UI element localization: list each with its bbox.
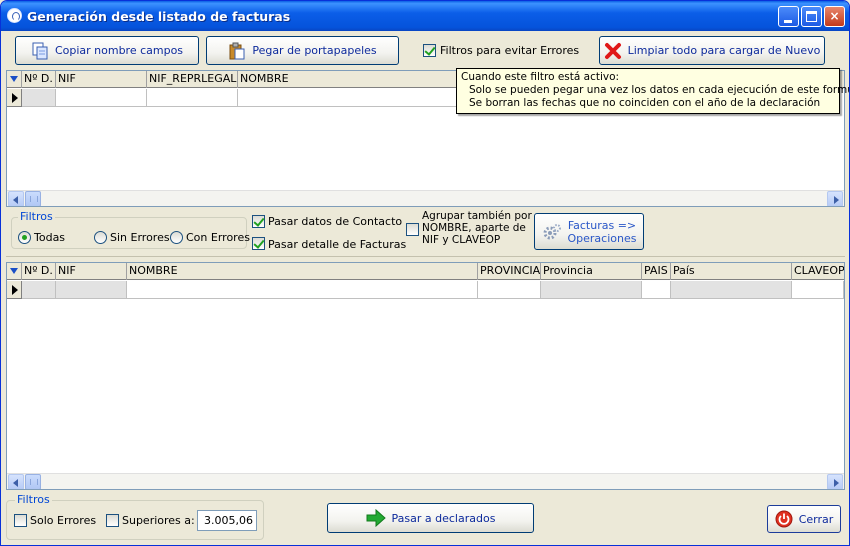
copy-fields-label: Copiar nombre campos (54, 44, 184, 57)
facturas-operaciones-line: Facturas => (567, 218, 637, 232)
group-by-name-line: NOMBRE, aparte de (422, 222, 526, 234)
app-icon (7, 8, 22, 23)
filter-with-errors-radio[interactable] (170, 231, 183, 244)
group-by-name-label: Agrupar también por NOMBRE, aparte de NI… (422, 210, 532, 246)
scroll-right-button[interactable] (827, 474, 843, 489)
sort-indicator-cell (7, 71, 22, 88)
table-cell[interactable] (541, 281, 642, 299)
maximize-icon (806, 11, 817, 22)
invoices-grid-scrollbar[interactable] (7, 190, 844, 206)
operations-grid-scrollbar[interactable] (7, 473, 844, 489)
table-cell[interactable] (22, 281, 56, 299)
current-row-indicator[interactable] (7, 281, 22, 299)
group-by-name-line: Agrupar también por (422, 210, 532, 222)
filters-errors-checkbox[interactable] (423, 44, 436, 57)
paste-clipboard-label: Pegar de portapapeles (252, 44, 377, 57)
cerrar-button[interactable]: Cerrar (767, 505, 841, 533)
power-off-icon (775, 510, 793, 528)
scroll-left-button[interactable] (8, 191, 24, 206)
green-arrow-icon (366, 508, 386, 528)
scroll-thumb[interactable] (25, 191, 41, 206)
column-header-claveop[interactable]: CLAVEOP (792, 263, 844, 280)
tooltip-heading: Cuando este filtro está activo: (461, 71, 620, 83)
group-by-name-line: NIF y CLAVEOP (422, 234, 501, 246)
operations-grid-header: Nº D. NIF NOMBRE PROVINCIA Provincia PAI… (7, 263, 844, 280)
minimize-icon (784, 20, 792, 23)
solo-errores-label: Solo Errores (30, 514, 97, 527)
column-header-nd[interactable]: Nº D. (22, 263, 56, 280)
pass-contact-checkbox[interactable] (252, 215, 265, 228)
solo-errores-checkbox[interactable] (14, 514, 27, 527)
filter-all-label: Todas (34, 231, 66, 244)
pass-detail-label: Pasar detalle de Facturas (268, 238, 407, 251)
window: Generación desde listado de facturas × C… (0, 0, 850, 546)
bottom-filters-title: Filtros (15, 493, 52, 506)
sort-indicator-cell (7, 263, 22, 280)
filter-no-errors-label: Sin Errores (110, 231, 170, 244)
paste-clipboard-button[interactable]: Pegar de portapapeles (206, 36, 399, 65)
column-header-nombre[interactable]: NOMBRE (127, 263, 478, 280)
close-icon: × (829, 9, 840, 23)
close-window-button[interactable]: × (824, 6, 845, 27)
filter-with-errors-label: Con Errores (186, 231, 250, 244)
column-header-nif[interactable]: NIF (56, 263, 127, 280)
pasar-declarados-button[interactable]: Pasar a declarados (327, 503, 534, 533)
sort-arrow-icon (10, 268, 18, 274)
pass-contact-label: Pasar datos de Contacto (268, 215, 403, 228)
table-cell[interactable] (22, 89, 56, 107)
cerrar-label: Cerrar (798, 512, 834, 526)
filters-tooltip: Cuando este filtro está activo: Solo se … (456, 68, 850, 114)
tooltip-line: Se borran las fechas que no coinciden co… (469, 97, 821, 109)
table-cell[interactable] (642, 281, 671, 299)
superiores-amount-input[interactable]: 3.005,06 (197, 510, 257, 531)
clear-all-button[interactable]: Limpiar todo para cargar de Nuevo (599, 36, 825, 65)
group-by-name-checkbox[interactable] (406, 223, 419, 236)
table-cell[interactable] (671, 281, 792, 299)
column-header-nif-reprlegal[interactable]: NIF_REPRLEGAL (147, 71, 238, 88)
operations-grid[interactable]: Nº D. NIF NOMBRE PROVINCIA Provincia PAI… (6, 262, 845, 490)
maximize-button[interactable] (801, 6, 822, 27)
red-x-icon (604, 42, 622, 60)
table-cell[interactable] (478, 281, 541, 299)
table-cell[interactable] (127, 281, 478, 299)
filter-all-radio[interactable] (18, 231, 31, 244)
current-row-indicator[interactable] (7, 89, 22, 107)
superiores-checkbox[interactable] (106, 514, 119, 527)
filter-no-errors-radio[interactable] (94, 231, 107, 244)
column-header-provincia-code[interactable]: PROVINCIA (478, 263, 541, 280)
title-bar[interactable]: Generación desde listado de facturas × (1, 1, 849, 31)
scroll-right-button[interactable] (827, 191, 843, 206)
table-cell[interactable] (56, 281, 127, 299)
filters-group-title: Filtros (18, 210, 55, 223)
filters-errors-label: Filtros para evitar Errores (440, 44, 580, 57)
copy-document-icon (31, 42, 49, 60)
facturas-operaciones-button[interactable]: Facturas => Operaciones (534, 213, 644, 250)
gears-icon (542, 222, 562, 242)
clipboard-icon (228, 42, 246, 60)
superiores-label: Superiores a: (122, 514, 195, 527)
table-cell[interactable] (56, 89, 147, 107)
clear-all-label: Limpiar todo para cargar de Nuevo (627, 44, 821, 57)
column-header-nif[interactable]: NIF (56, 71, 147, 88)
column-header-pais-code[interactable]: PAIS (642, 263, 671, 280)
scroll-left-button[interactable] (8, 474, 24, 489)
copy-fields-button[interactable]: Copiar nombre campos (15, 36, 199, 65)
table-cell[interactable] (792, 281, 844, 299)
minimize-button[interactable] (778, 6, 799, 27)
window-title: Generación desde listado de facturas (27, 9, 291, 24)
pass-detail-checkbox[interactable] (252, 237, 265, 250)
tooltip-line: Solo se pueden pegar una vez los datos e… (469, 84, 850, 96)
table-cell[interactable] (147, 89, 238, 107)
pasar-declarados-label: Pasar a declarados (391, 511, 496, 525)
column-header-pais[interactable]: País (671, 263, 792, 280)
facturas-operaciones-line: Operaciones (567, 231, 637, 245)
facturas-operaciones-label: Facturas => Operaciones (568, 219, 637, 245)
column-header-nd[interactable]: Nº D. (22, 71, 56, 88)
column-header-provincia[interactable]: Provincia (541, 263, 642, 280)
scroll-thumb[interactable] (25, 474, 41, 489)
sort-arrow-icon (10, 76, 18, 82)
